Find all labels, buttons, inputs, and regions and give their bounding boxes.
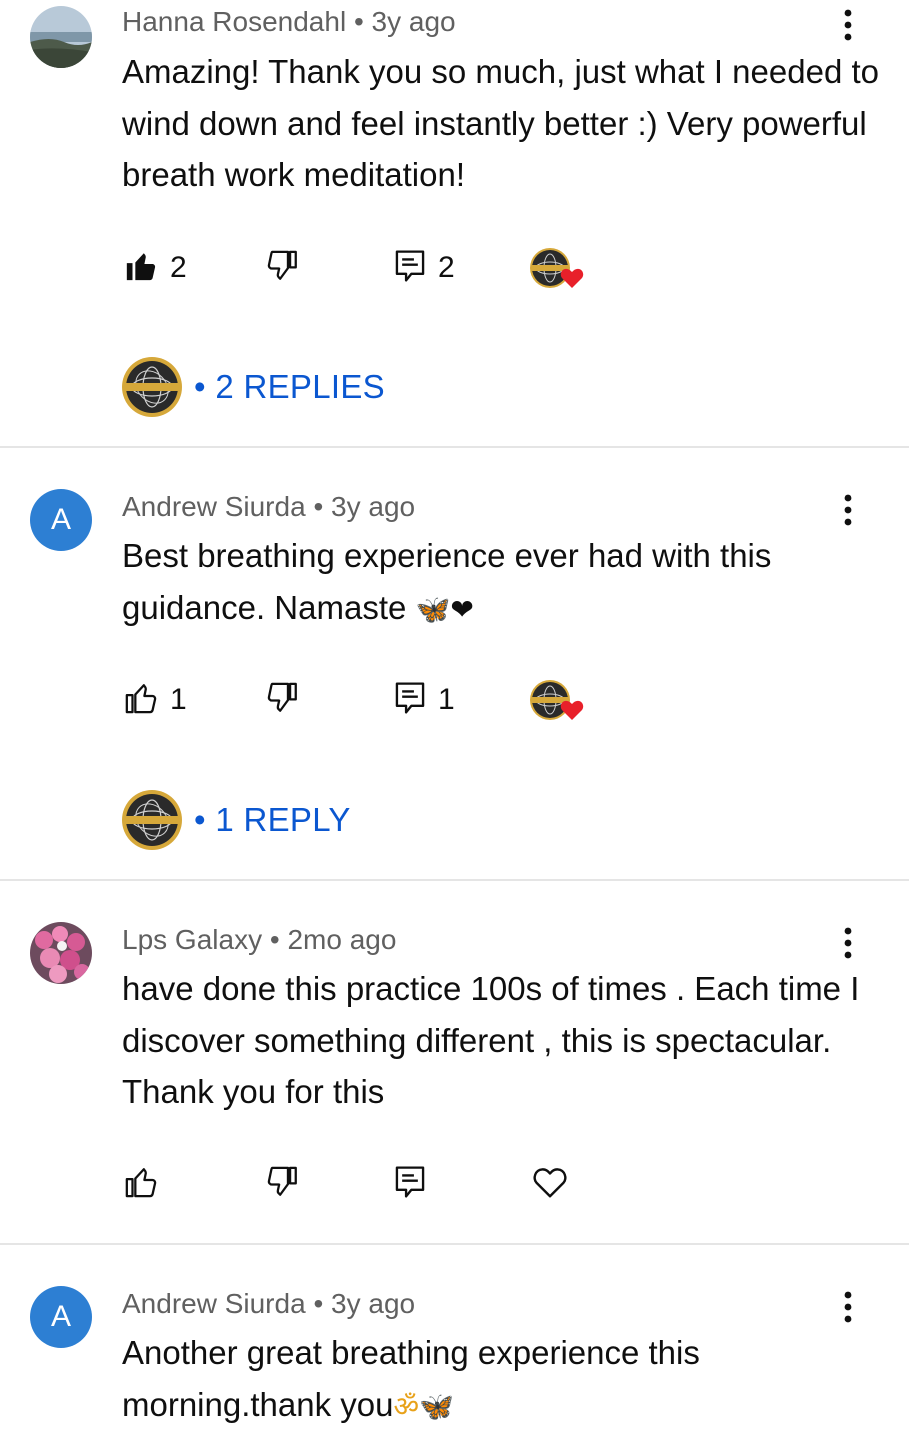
avatar[interactable]	[30, 6, 92, 68]
thumb-down-icon	[266, 681, 300, 720]
heart-icon	[532, 1165, 568, 1204]
reply-button[interactable]: 2	[394, 248, 455, 288]
comment-actions: 1 1	[122, 680, 622, 720]
replies-label: • 1 REPLY	[194, 801, 351, 838]
comment-meta: Andrew Siurda • 3y ago	[122, 1288, 416, 1319]
comment-text: Amazing! Thank you so much, just what I …	[122, 53, 879, 193]
comment-meta: Lps Galaxy • 2mo ago	[122, 924, 397, 955]
creator-avatar	[122, 790, 182, 850]
avatar[interactable]	[30, 922, 92, 984]
heart-button[interactable]	[532, 1164, 568, 1204]
more-vert-icon[interactable]	[826, 3, 870, 47]
thumb-up-icon	[124, 1165, 158, 1204]
author-name[interactable]: Andrew Siurda	[122, 491, 306, 522]
more-vert-icon[interactable]	[826, 921, 870, 965]
avatar[interactable]: A	[30, 1286, 92, 1348]
reply-count: 1	[438, 683, 455, 716]
creator-heart	[530, 248, 584, 288]
comment-age: 3y ago	[371, 6, 456, 37]
creator-heart-badge	[560, 267, 584, 294]
creator-heart	[530, 680, 584, 720]
comment-age: 3y ago	[331, 1288, 416, 1319]
avatar[interactable]: A	[30, 489, 92, 551]
comment-text: Another great breathing experience this …	[122, 1334, 700, 1423]
view-replies-button[interactable]: • 1 REPLY	[122, 789, 351, 851]
reply-button[interactable]	[394, 1164, 426, 1204]
dislike-button[interactable]	[266, 1164, 300, 1204]
thumb-down-icon	[266, 1165, 300, 1204]
thumb-up-icon	[124, 681, 158, 720]
dislike-button[interactable]	[266, 248, 300, 288]
like-button[interactable]	[124, 1164, 158, 1204]
author-name[interactable]: Lps Galaxy	[122, 924, 262, 955]
divider	[0, 446, 909, 448]
reply-button[interactable]: 1	[394, 680, 455, 720]
thumb-down-icon	[266, 249, 300, 288]
like-button[interactable]: 2	[124, 248, 187, 288]
reply-icon	[394, 249, 426, 288]
reply-icon	[394, 681, 426, 720]
butterfly-heart-emoji: 🦋❤	[415, 592, 474, 626]
thumb-up-icon	[124, 249, 158, 288]
dislike-button[interactable]	[266, 680, 300, 720]
author-name[interactable]: Hanna Rosendahl	[122, 6, 346, 37]
creator-avatar	[122, 357, 182, 417]
more-vert-icon[interactable]	[826, 1285, 870, 1329]
more-vert-icon[interactable]	[826, 488, 870, 532]
divider	[0, 879, 909, 881]
comment-actions: 2 2	[122, 248, 622, 288]
author-name[interactable]: Andrew Siurda	[122, 1288, 306, 1319]
comment-actions	[122, 1164, 622, 1204]
like-button[interactable]: 1	[124, 680, 187, 720]
comment-meta: Andrew Siurda • 3y ago	[122, 491, 416, 522]
comment-meta: Hanna Rosendahl • 3y ago	[122, 6, 456, 37]
like-count: 1	[170, 683, 187, 716]
view-replies-button[interactable]: • 2 REPLIES	[122, 356, 385, 418]
creator-avatar	[530, 680, 584, 720]
comment-text: have done this practice 100s of times . …	[122, 970, 860, 1110]
reply-count: 2	[438, 251, 455, 284]
like-count: 2	[170, 251, 187, 284]
comment-text: Best breathing experience ever had with …	[122, 537, 772, 626]
replies-label: • 2 REPLIES	[194, 368, 385, 405]
comment-age: 3y ago	[331, 491, 416, 522]
om-butterfly-emoji: ॐ🦋	[393, 1389, 454, 1423]
creator-heart-badge	[560, 699, 584, 726]
creator-avatar	[530, 248, 584, 288]
comment-age: 2mo ago	[287, 924, 397, 955]
reply-icon	[394, 1165, 426, 1204]
divider	[0, 1243, 909, 1245]
